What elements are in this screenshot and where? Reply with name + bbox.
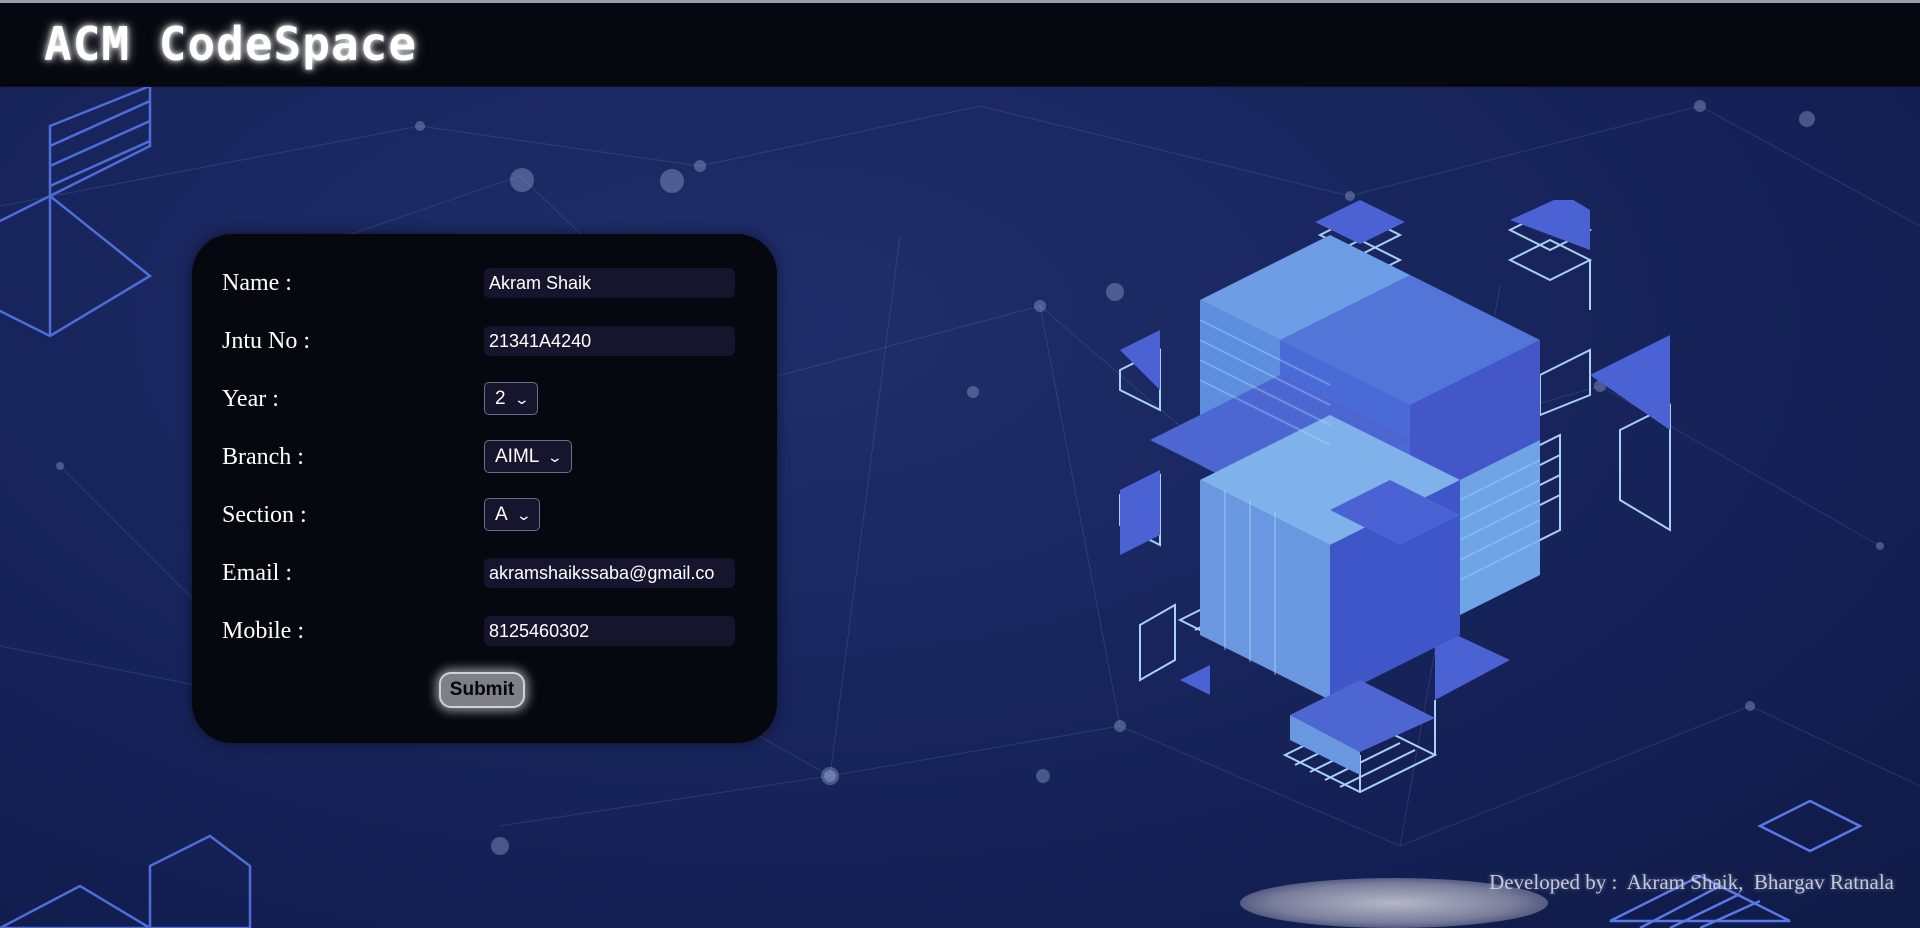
jntu-input[interactable]: 21341A4240 <box>484 326 735 356</box>
app-header: ACM CodeSpace <box>0 3 1920 87</box>
isometric-cube-illustration <box>1119 200 1671 794</box>
section-row: Section : A ⌄ <box>192 496 777 536</box>
email-input[interactable]: akramshaikssaba@gmail.co <box>484 558 735 588</box>
chevron-down-icon: ⌄ <box>513 391 530 407</box>
year-select-value: 2 <box>495 388 506 409</box>
branch-label: Branch : <box>222 444 304 470</box>
jntu-label: Jntu No : <box>222 328 311 354</box>
mobile-label: Mobile : <box>222 618 304 644</box>
year-label: Year : <box>222 386 279 412</box>
name-label: Name : <box>222 270 292 296</box>
registration-form: Name : Akram Shaik Jntu No : 21341A4240 … <box>192 234 777 743</box>
branch-select-value: AIML <box>495 446 540 467</box>
submit-button[interactable]: Submit <box>439 672 525 708</box>
email-label: Email : <box>222 560 292 586</box>
jntu-row: Jntu No : 21341A4240 <box>192 322 777 362</box>
chevron-down-icon: ⌄ <box>547 449 564 465</box>
email-row: Email : akramshaikssaba@gmail.co <box>192 554 777 594</box>
developer-credit: Developed by : Akram Shaik, Bhargav Ratn… <box>1489 870 1894 894</box>
branch-select[interactable]: AIML ⌄ <box>484 440 573 473</box>
name-input[interactable]: Akram Shaik <box>484 268 735 298</box>
branch-row: Branch : AIML ⌄ <box>192 438 777 478</box>
name-row: Name : Akram Shaik <box>192 264 777 304</box>
year-row: Year : 2 ⌄ <box>192 380 777 420</box>
app-title: ACM CodeSpace <box>44 17 418 71</box>
section-label: Section : <box>222 502 307 528</box>
section-select[interactable]: A ⌄ <box>484 498 541 531</box>
chevron-down-icon: ⌄ <box>515 507 532 523</box>
mobile-input[interactable]: 8125460302 <box>484 616 735 646</box>
section-select-value: A <box>495 504 508 525</box>
year-select[interactable]: 2 ⌄ <box>484 382 539 415</box>
mobile-row: Mobile : 8125460302 <box>192 612 777 652</box>
